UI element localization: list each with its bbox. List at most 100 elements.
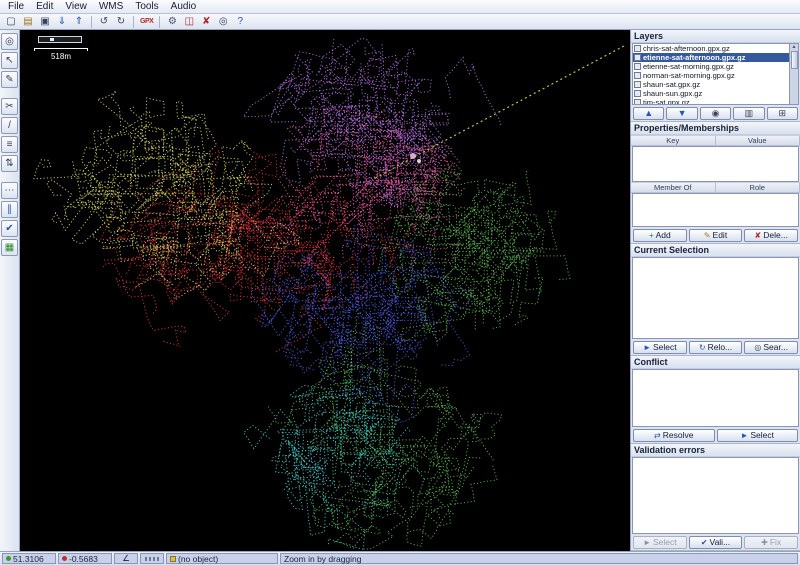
reverse-way-icon[interactable]: ⇅ <box>1 155 18 172</box>
gpx-layer-icon <box>634 81 641 88</box>
distance-field <box>140 553 164 564</box>
latitude-value: 51.3106 <box>13 553 44 564</box>
side-panels: Layers chris-sat-afternoon.gpx.gz etienn… <box>630 30 800 551</box>
select-button: ► Select <box>633 535 687 549</box>
add-button[interactable]: + Add <box>633 228 687 242</box>
reload-icon: ↻ <box>698 342 706 352</box>
add-icon: + <box>648 230 654 240</box>
zoom-icon[interactable]: ◎ <box>215 15 231 29</box>
combine-way-icon[interactable]: ≡ <box>1 136 18 153</box>
fix-icon: ✚ <box>761 537 768 547</box>
layer-item[interactable]: norman-sat-morning.gpx.gz <box>633 71 789 80</box>
layer-list: chris-sat-afternoon.gpx.gz etienne-sat-a… <box>632 43 790 105</box>
conflict-buttons: ⇄ Resolve ► Select <box>631 427 800 443</box>
longitude-value: -0.5683 <box>69 553 98 564</box>
layer-item[interactable]: tim-sat.gpx.gz <box>633 98 789 104</box>
validate-icon[interactable]: ✔ <box>1 220 18 237</box>
undo-icon[interactable]: ↺ <box>96 15 112 29</box>
edit-button[interactable]: ✎ Edit <box>688 228 743 242</box>
layer-delete-button[interactable]: ▥ <box>733 106 765 120</box>
properties-buttons: + Add ✎ Edit ✘ Dele... <box>631 227 800 243</box>
layer-label: chris-sat-afternoon.gpx.gz <box>643 44 730 53</box>
validation-errors-panel: Validation errors ► Select ✔ Vali... ✚ Fix <box>631 444 800 551</box>
button-label: Select <box>652 537 677 547</box>
select-button[interactable]: ► Select <box>716 428 798 442</box>
parallel-way-icon[interactable]: ∥ <box>1 201 18 218</box>
validation-list-body[interactable] <box>632 457 799 534</box>
menu-view[interactable]: View <box>59 1 93 12</box>
layer-item[interactable]: etienne-sat-morning.gpx.gz <box>633 62 789 71</box>
menu-wms[interactable]: WMS <box>93 1 129 12</box>
preferences-icon[interactable]: ⚙ <box>164 15 180 29</box>
search-button[interactable]: ◎ Sear... <box>744 340 799 354</box>
button-label: Edit <box>712 230 728 240</box>
value-column-header: Value <box>716 136 800 145</box>
split-way-icon[interactable]: / <box>1 117 18 134</box>
layer-item[interactable]: chris-sat-afternoon.gpx.gz <box>633 44 789 53</box>
layer-buttons: ▲ ▼ ◉ ▥ ⊞ <box>631 105 800 121</box>
edit-icon: ✎ <box>703 230 711 240</box>
validation-buttons: ► Select ✔ Vali... ✚ Fix <box>631 534 800 550</box>
layer-up-button[interactable]: ▲ <box>633 106 665 120</box>
redo-icon[interactable]: ↻ <box>113 15 129 29</box>
layer-label: shaun-sat.gpx.gz <box>643 80 701 89</box>
layer-merge-button[interactable]: ⊞ <box>766 106 799 120</box>
save-icon[interactable]: ▣ <box>37 15 53 29</box>
layer-visibility-button[interactable]: ◉ <box>699 106 732 120</box>
layers-panel: Layers chris-sat-afternoon.gpx.gz etienn… <box>631 30 800 122</box>
scrollbar-thumb[interactable] <box>790 51 798 69</box>
layer-label: norman-sat-morning.gpx.gz <box>643 71 735 80</box>
properties-table-body[interactable] <box>632 146 799 182</box>
layer-item[interactable]: shaun-sat.gpx.gz <box>633 80 789 89</box>
select-button[interactable]: ► Select <box>633 340 687 354</box>
layer-item[interactable]: etienne-sat-afternoon.gpx.gz <box>633 53 789 62</box>
membership-header: Member Of Role <box>631 182 800 193</box>
button-label: Fix <box>769 537 782 547</box>
gpx-export-icon[interactable]: GPX <box>138 15 155 29</box>
object-label: (no object) <box>178 553 219 564</box>
zoom-slider-thumb[interactable] <box>50 38 54 41</box>
download-icon[interactable]: ⇓ <box>54 15 70 29</box>
edit-toolbar: ◎ ↖ ✎ ✂ / ≡ ⇅ ⋯ ∥ ✔ ▦ <box>0 30 20 551</box>
zoom-slider[interactable] <box>38 36 82 43</box>
reload-button[interactable]: ↻ Relo... <box>688 340 743 354</box>
layer-item[interactable]: shaun-sun.gpx.gz <box>633 89 789 98</box>
layer-label: etienne-sat-morning.gpx.gz <box>643 62 734 71</box>
main-area: ◎ ↖ ✎ ✂ / ≡ ⇅ ⋯ ∥ ✔ ▦ 518m Layers chris-sat-aftern… <box>0 30 800 551</box>
search-icon: ◎ <box>754 342 762 352</box>
menu-audio[interactable]: Audio <box>165 1 203 12</box>
conflict-list-body[interactable] <box>632 369 799 427</box>
scale-label: 518m <box>50 52 71 61</box>
new-layer-icon[interactable]: ▢ <box>3 15 19 29</box>
key-value-header: Key Value <box>631 135 800 146</box>
delete-icon[interactable]: ✘ <box>198 15 214 29</box>
zoom-mode-icon[interactable]: ◎ <box>1 33 18 50</box>
menu-file[interactable]: File <box>2 1 30 12</box>
grid-icon[interactable]: ▦ <box>1 239 18 256</box>
longitude-icon <box>62 556 67 561</box>
scroll-up-icon[interactable]: ▲ <box>792 44 797 50</box>
help-icon[interactable]: ? <box>232 15 248 29</box>
resolve-button[interactable]: ⇄ Resolve <box>633 428 715 442</box>
align-nodes-icon[interactable]: ⋯ <box>1 182 18 199</box>
delete-button[interactable]: ✘ Dele... <box>744 228 799 242</box>
menu-tools[interactable]: Tools <box>129 1 164 12</box>
membership-table-body[interactable] <box>632 193 799 227</box>
menu-edit[interactable]: Edit <box>30 1 59 12</box>
upload-icon[interactable]: ⇑ <box>71 15 87 29</box>
draw-mode-icon[interactable]: ✎ <box>1 71 18 88</box>
select-icon: ► <box>643 342 651 352</box>
map-canvas[interactable]: 518m <box>20 30 630 551</box>
layer-label: etienne-sat-afternoon.gpx.gz <box>643 53 746 62</box>
wms-icon[interactable]: ◫ <box>181 15 197 29</box>
button-label: Sear... <box>763 342 788 352</box>
conflict-panel-title: Conflict <box>631 356 800 369</box>
layer-down-button[interactable]: ▼ <box>666 106 698 120</box>
selection-list-body[interactable] <box>632 257 799 339</box>
validate-button[interactable]: ✔ Vali... <box>688 535 743 549</box>
select-mode-icon[interactable]: ↖ <box>1 52 18 69</box>
open-icon[interactable]: ▤ <box>20 15 36 29</box>
delete-mode-icon[interactable]: ✂ <box>1 98 18 115</box>
layers-scrollbar[interactable]: ▲ <box>790 43 799 105</box>
toolbar-separator <box>133 15 134 28</box>
